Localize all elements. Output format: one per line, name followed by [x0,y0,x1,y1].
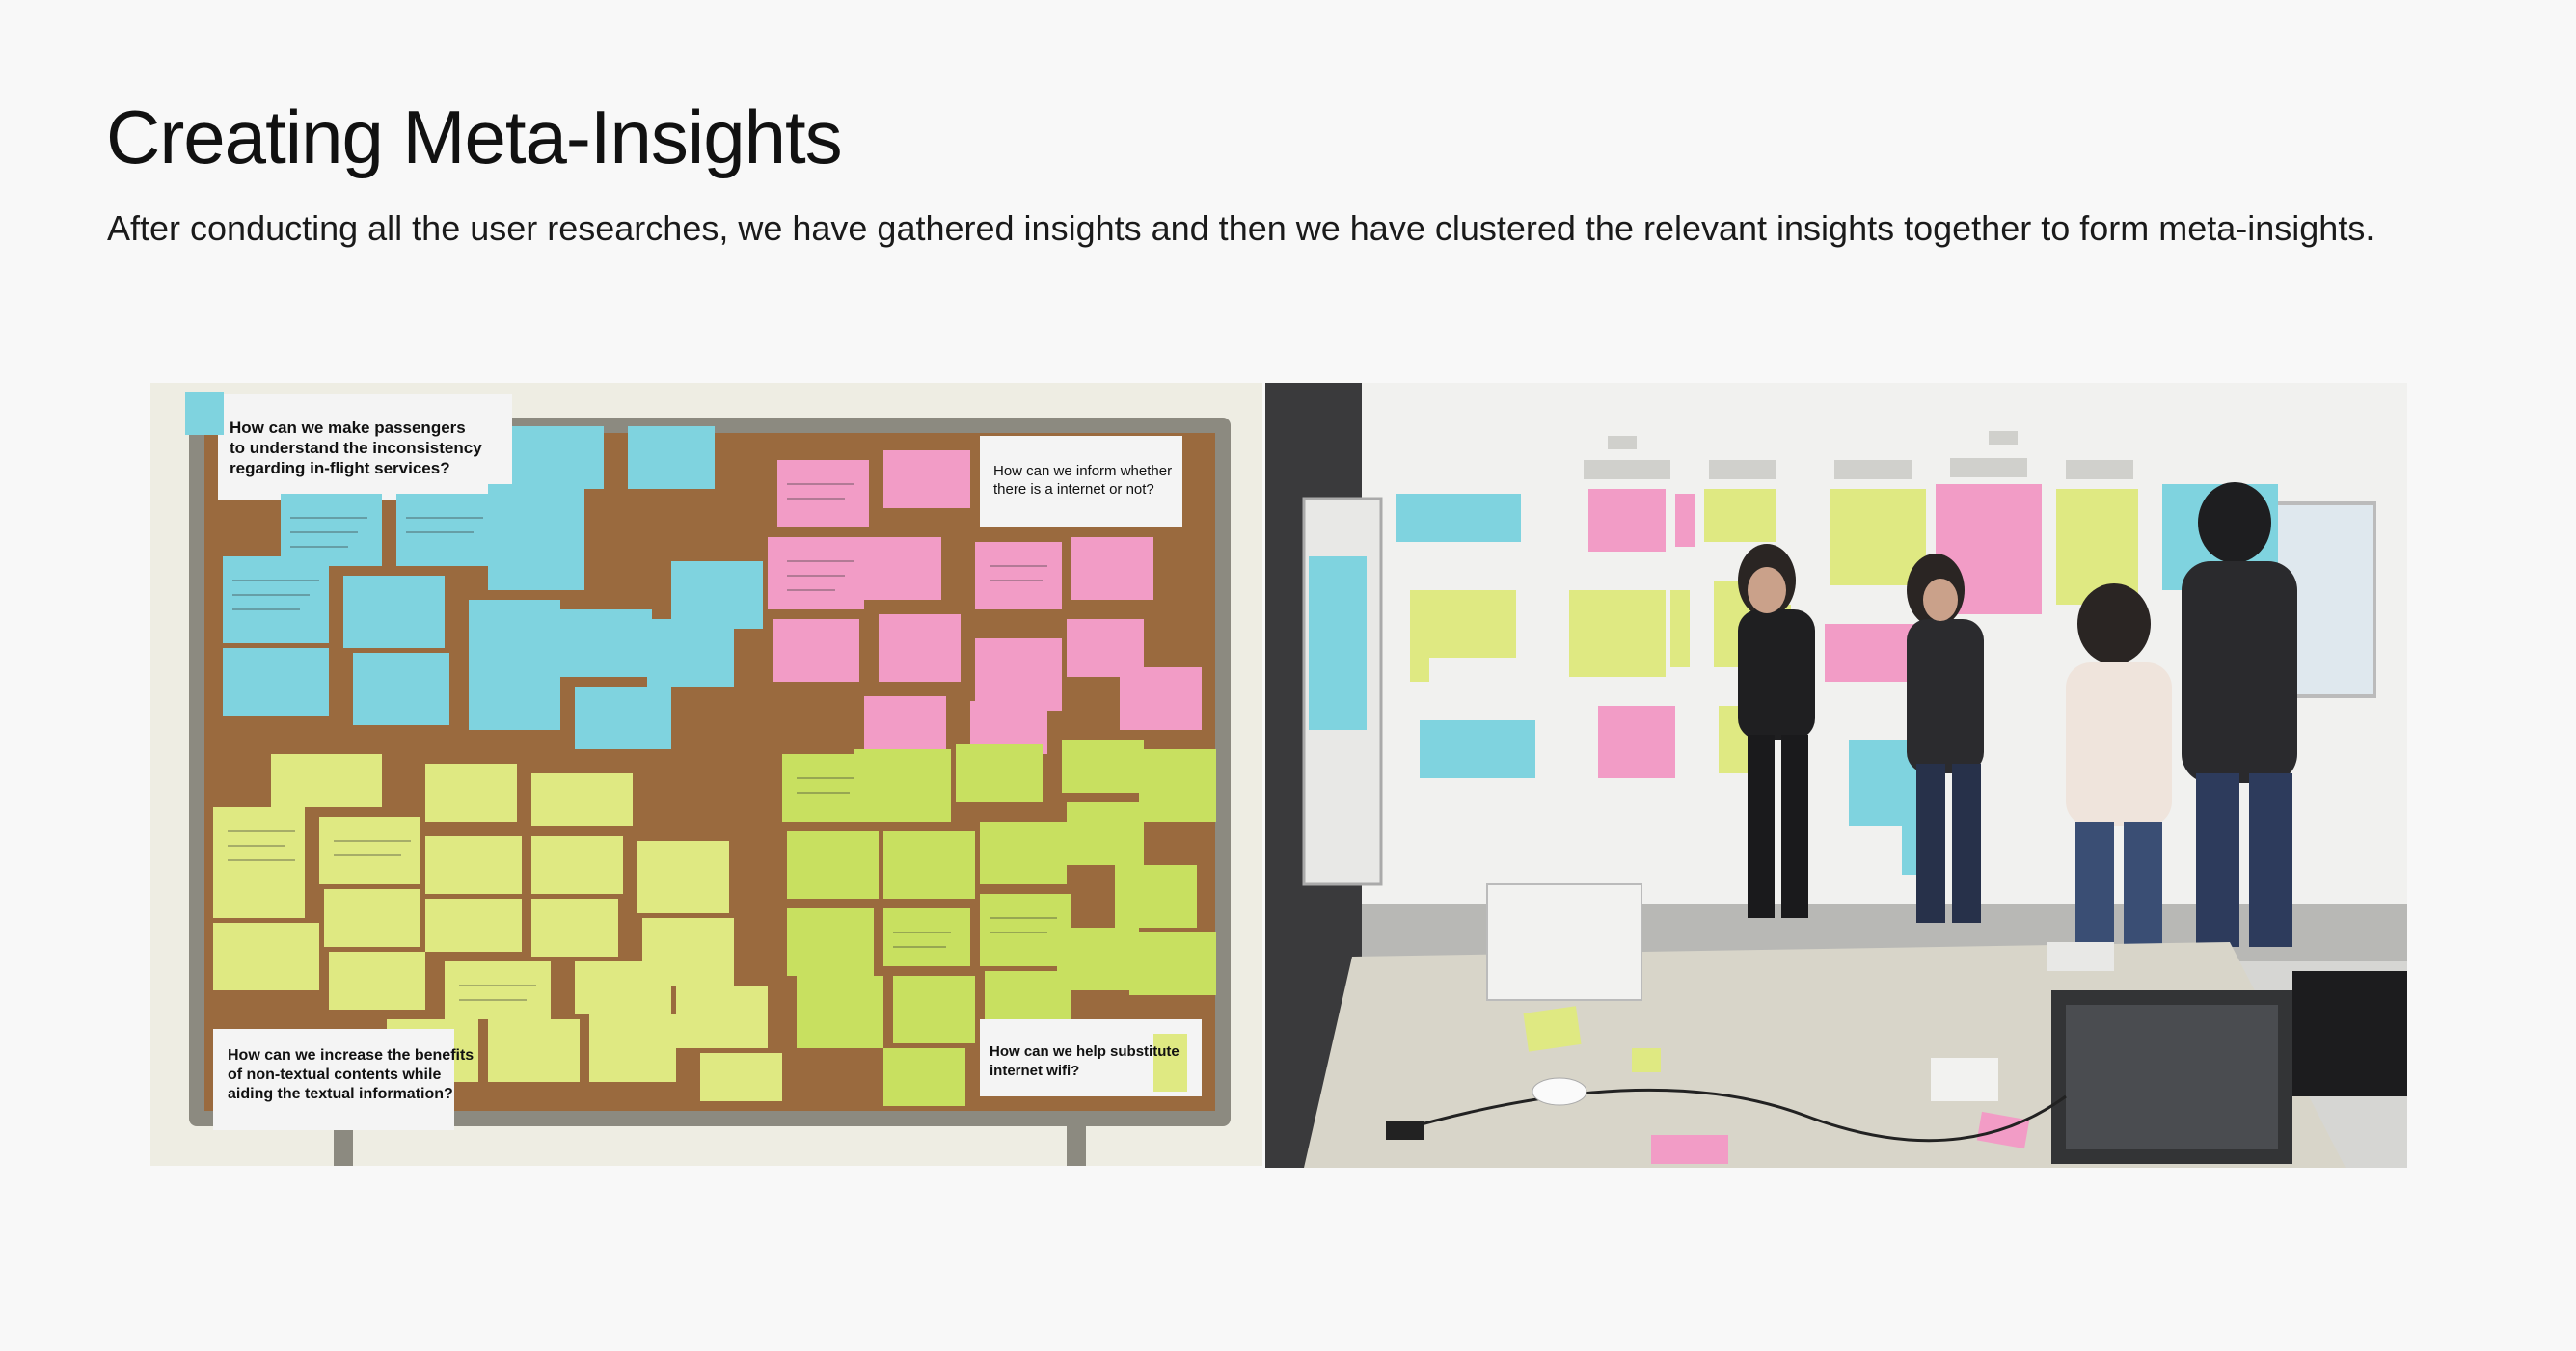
photo-cork-board: How can we make passengers to understand… [150,383,1262,1166]
q3-line-3: aiding the textual information? [228,1086,453,1102]
q2-line-1: How can we inform whether [993,463,1172,479]
cork-board-illustration: How can we make passengers to understand… [150,383,1262,1166]
q1-line-2: to understand the inconsistency [230,439,482,457]
photo-team-clustering [1265,383,2407,1168]
white-bin [1486,883,1642,1001]
q3-line-2: of non-textual contents while [228,1067,441,1083]
q3-line-1: How can we increase the benefits [228,1047,474,1064]
page-subtitle: After conducting all the user researches… [107,208,2375,248]
page-title: Creating Meta-Insights [106,95,843,179]
q4-line-1: How can we help substitute [990,1043,1180,1060]
team-wall-illustration [1265,383,2407,1168]
q1-line-3: regarding in-flight services? [230,459,450,477]
q1-line-1: How can we make passengers [230,419,466,437]
q2-line-2: there is a internet or not? [993,481,1154,498]
backpack [2292,971,2407,1096]
q4-line-2: internet wifi? [990,1063,1079,1079]
